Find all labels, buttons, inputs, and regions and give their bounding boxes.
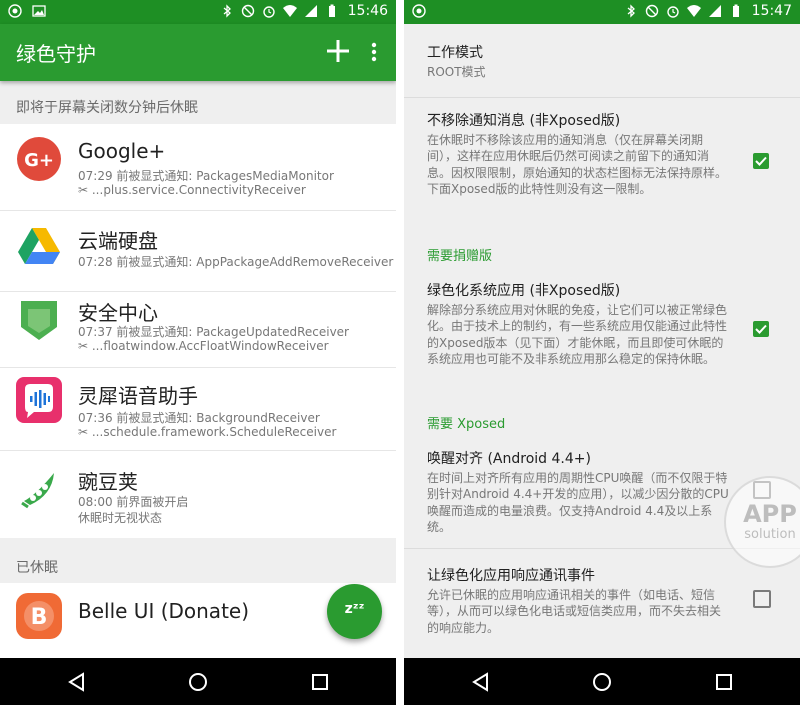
app-detail: 07:36 前被显式通知: BackgroundReceiver: [78, 411, 320, 425]
voice-assistant-icon: [16, 377, 62, 423]
belle-ui-icon: B: [16, 593, 62, 639]
add-icon[interactable]: [324, 37, 352, 65]
check-icon: [755, 156, 767, 166]
group-header-xposed: 需要 Xposed: [427, 417, 506, 432]
setting-title: 让绿色化应用响应通讯事件: [427, 568, 595, 584]
bluetooth-icon: [627, 4, 635, 18]
app-name: Google+: [78, 139, 166, 163]
setting-value: ROOT模式: [427, 65, 486, 79]
app-name: 灵犀语音助手: [78, 384, 198, 408]
app-name: 豌豆荚: [78, 470, 138, 494]
google-drive-icon: [18, 228, 60, 264]
setting-title: 工作模式: [427, 45, 483, 61]
back-icon[interactable]: [470, 671, 492, 693]
home-icon[interactable]: [591, 671, 613, 693]
app-receiver: ✂ ...schedule.framework.ScheduleReceiver: [78, 425, 337, 439]
alarm-icon: [666, 6, 679, 18]
list-item-security-center[interactable]: 安全中心 07:37 前被显式通知: PackageUpdatedReceive…: [0, 292, 396, 372]
recents-icon[interactable]: [713, 671, 735, 693]
watermark-line2: solution: [744, 527, 796, 542]
setting-greenify-system-apps[interactable]: 绿色化系统应用 (非Xposed版) 解除部分系统应用对休眠的免疫，让它们可以被…: [404, 268, 800, 394]
app-name: 安全中心: [78, 301, 158, 325]
keep-notifications-checkbox[interactable]: [753, 153, 769, 169]
status-bar: 15:47: [404, 0, 800, 24]
target-icon: [412, 4, 426, 18]
app-bar: 绿色守护: [0, 24, 396, 81]
status-time: 15:47: [751, 3, 792, 19]
signal-icon: [708, 5, 721, 17]
setting-description: 允许已休眠的应用响应通讯相关的事件（如电话、短信等），从而可以绿色化电话或短信类…: [427, 588, 722, 635]
app-detail: 07:29 前被显式通知: PackagesMediaMonitor: [78, 169, 334, 183]
app-receiver: ✂ ...plus.service.ConnectivityReceiver: [78, 183, 306, 197]
fab-label: zᶻᶻ: [344, 601, 365, 617]
setting-title: 绿色化系统应用 (非Xposed版): [427, 283, 621, 299]
wifi-icon: [282, 5, 297, 17]
screen-divider: [396, 0, 404, 705]
right-screen: 15:47 工作模式 ROOT模式 不移除通知消息 (非Xposed版) 在休眠…: [404, 0, 800, 705]
hibernate-fab[interactable]: zᶻᶻ: [327, 584, 382, 639]
setting-description: 在休眠时不移除该应用的通知消息（仅在屏幕关闭期间），这样在应用休眠后仍然可阅读之…: [427, 133, 728, 196]
setting-title: 不移除通知消息 (非Xposed版): [427, 113, 621, 129]
google-plus-icon: G+: [17, 137, 61, 181]
app-receiver: ✂ ...floatwindow.AccFloatWindowReceiver: [78, 339, 329, 353]
app-detail: 07:28 前被显式通知: AppPackageAddRemoveReceive…: [78, 255, 394, 269]
group-header-donate: 需要捐赠版: [427, 249, 493, 264]
list-item-google-plus[interactable]: G+ Google+ 07:29 前被显式通知: PackagesMediaMo…: [0, 124, 396, 210]
dnd-icon: [241, 4, 254, 18]
app-name: 云端硬盘: [78, 229, 158, 253]
home-icon[interactable]: [187, 671, 209, 693]
bluetooth-icon: [223, 4, 231, 18]
watermark-line1: APP: [743, 500, 797, 528]
status-time: 15:46: [347, 3, 388, 19]
app-status: 休眠时无视状态: [78, 511, 163, 525]
alarm-icon: [262, 6, 275, 18]
battery-icon: [328, 4, 335, 17]
recents-icon[interactable]: [309, 671, 331, 693]
list-item-google-drive[interactable]: 云端硬盘 07:28 前被显式通知: AppPackageAddRemoveRe…: [0, 211, 396, 291]
setting-keep-notifications[interactable]: 不移除通知消息 (非Xposed版) 在休眠时不移除该应用的通知消息（仅在屏幕关…: [404, 98, 800, 228]
status-bar: 15:46: [0, 0, 396, 24]
wandoujia-icon: [21, 473, 54, 509]
image-icon: [32, 5, 46, 17]
svg-text:B: B: [31, 605, 48, 630]
list-item-wandoujia[interactable]: 豌豆荚 08:00 前界面被开启 休眠时无视状态: [0, 451, 396, 538]
target-icon: [8, 4, 22, 18]
section-header-pending: 即将于屏幕关闭数分钟后休眠: [16, 100, 198, 116]
wifi-icon: [686, 5, 701, 17]
nav-bar: [0, 658, 396, 705]
app-name: Belle UI (Donate): [78, 599, 250, 623]
left-screen: 15:46 绿色守护 即将于屏幕关闭数分钟后休眠 G+ Google+ 07:2…: [0, 0, 396, 705]
setting-description: 解除部分系统应用对休眠的免疫，让它们可以被正常绿色化。由于技术上的制约，有一些系…: [427, 303, 728, 366]
greenify-system-apps-checkbox[interactable]: [753, 321, 769, 337]
setting-description: 在时间上对齐所有应用的周期性CPU唤醒（而不仅限于特别针对Android 4.4…: [427, 471, 729, 534]
battery-icon: [732, 4, 739, 17]
app-detail: 08:00 前界面被开启: [78, 495, 189, 509]
shield-icon: [21, 301, 57, 340]
back-icon[interactable]: [66, 671, 88, 693]
dnd-icon: [645, 4, 658, 18]
app-detail: 07:37 前被显式通知: PackageUpdatedReceiver: [78, 325, 349, 339]
setting-title: 唤醒对齐 (Android 4.4+): [427, 451, 591, 467]
section-header-hibernated: 已休眠: [16, 560, 58, 576]
setting-work-mode[interactable]: 工作模式 ROOT模式: [404, 24, 800, 96]
signal-icon: [304, 5, 317, 17]
pending-app-list: G+ Google+ 07:29 前被显式通知: PackagesMediaMo…: [0, 124, 396, 538]
svg-text:G+: G+: [24, 150, 54, 171]
check-icon: [755, 324, 767, 334]
list-item-voice-assistant[interactable]: 灵犀语音助手 07:36 前被显式通知: BackgroundReceiver …: [0, 368, 396, 450]
setting-respond-telephony[interactable]: 让绿色化应用响应通讯事件 允许已休眠的应用响应通讯相关的事件（如电话、短信等），…: [404, 549, 800, 649]
more-options-icon[interactable]: [364, 40, 384, 64]
app-title: 绿色守护: [16, 42, 96, 66]
respond-telephony-checkbox[interactable]: [753, 590, 771, 608]
nav-bar: [404, 658, 800, 705]
